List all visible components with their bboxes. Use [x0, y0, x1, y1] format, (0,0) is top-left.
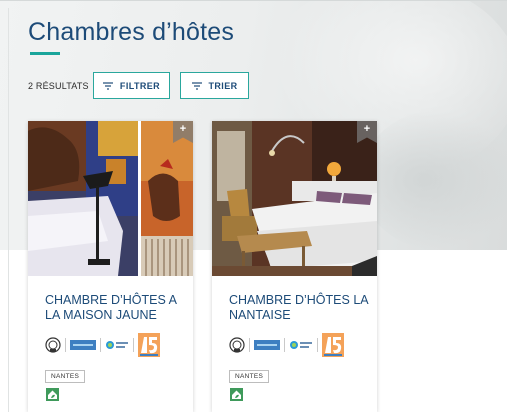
sort-button-label: TRIER — [208, 80, 238, 91]
filter-button-label: FILTRER — [119, 80, 161, 91]
loire-velo-icon — [290, 341, 312, 349]
listing-title[interactable]: CHAMBRE D’HÔTES A LA MAISON JAUNE — [45, 293, 190, 323]
left-border — [8, 8, 9, 412]
page-title: Chambres d’hôtes — [28, 18, 235, 46]
city-badge: NANTES — [45, 370, 86, 383]
listing-card[interactable]: + CHAMBRE D’HÔTES LA NANTAISE NANTES — [212, 121, 377, 412]
listing-photo[interactable]: + — [212, 121, 377, 276]
accueil-velo-icon — [254, 340, 280, 350]
listing-card[interactable]: + CHAMBRE D’HÔTES A LA MAISON JAUNE NANT… — [28, 121, 193, 412]
listing-photo[interactable]: + — [28, 121, 193, 276]
house-leaf-icon — [46, 388, 59, 401]
sort-lines-icon — [191, 81, 202, 90]
accueil-velo-icon — [70, 340, 96, 350]
anniversary-15-icon — [322, 333, 344, 357]
label-logos — [229, 333, 344, 357]
filter-button[interactable]: FILTRER — [93, 72, 170, 99]
quality-seal-icon — [45, 337, 61, 353]
loire-velo-icon — [106, 341, 128, 349]
quality-seal-icon — [229, 337, 245, 353]
sort-button[interactable]: TRIER — [180, 72, 249, 99]
label-logos — [45, 333, 160, 357]
title-underline — [30, 52, 60, 55]
house-leaf-icon — [230, 388, 243, 401]
listing-title[interactable]: CHAMBRE D’HÔTES LA NANTAISE — [229, 293, 374, 323]
results-count: 2 RÉSULTATS — [28, 81, 89, 91]
city-badge: NANTES — [229, 370, 270, 383]
filter-lines-icon — [102, 81, 113, 90]
anniversary-15-icon — [138, 333, 160, 357]
top-border — [0, 0, 507, 1]
